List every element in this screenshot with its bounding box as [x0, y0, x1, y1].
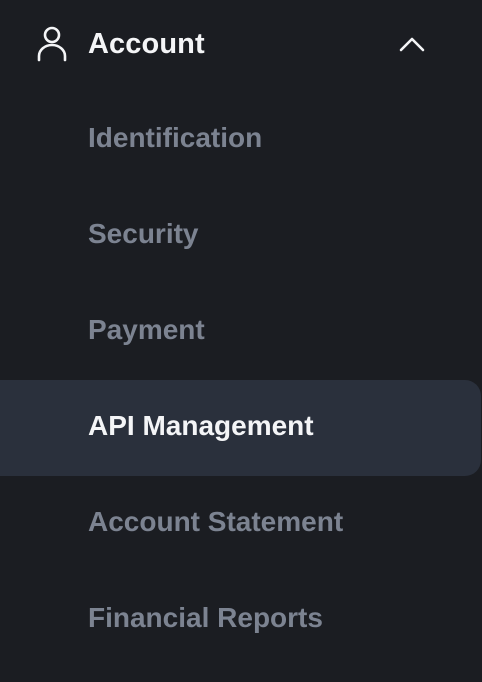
nav-item-label: Security — [88, 218, 199, 249]
section-title: Account — [88, 28, 205, 60]
chevron-up-icon[interactable] — [398, 34, 426, 54]
user-icon — [37, 26, 67, 62]
nav-item-label: Payment — [88, 314, 205, 345]
nav-item-label: Financial Reports — [88, 602, 323, 633]
account-sidebar: Account Identification Security Payment … — [0, 0, 482, 682]
nav-item-payment[interactable]: Payment — [0, 284, 482, 380]
nav-item-security[interactable]: Security — [0, 188, 482, 284]
nav-item-api-management[interactable]: API Management — [0, 380, 482, 476]
nav-item-label: Identification — [88, 122, 263, 153]
nav-item-identification[interactable]: Identification — [0, 92, 482, 188]
nav-item-financial-reports[interactable]: Financial Reports — [0, 572, 482, 668]
account-section-header[interactable]: Account — [0, 0, 482, 88]
nav-item-label: Account Statement — [88, 506, 344, 537]
nav-item-account-statement[interactable]: Account Statement — [0, 476, 482, 572]
account-nav-list: Identification Security Payment API Mana… — [0, 92, 482, 668]
nav-item-label: API Management — [88, 410, 314, 441]
